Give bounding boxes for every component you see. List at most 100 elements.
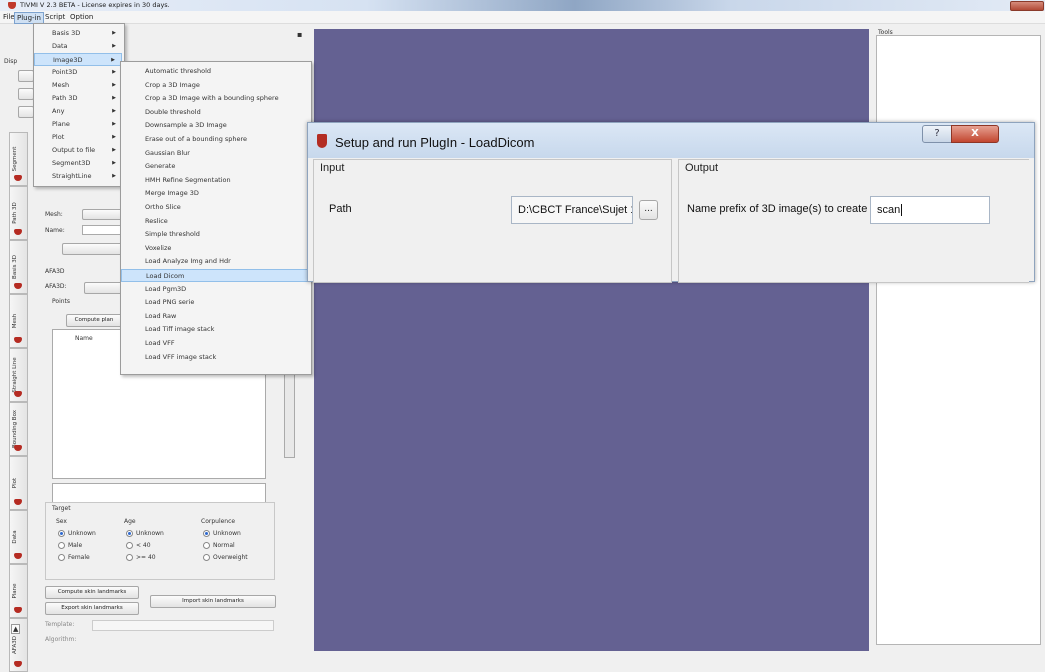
template-select[interactable] (92, 620, 274, 631)
dock-small-button-2[interactable] (18, 88, 34, 100)
plugin-menu-item[interactable]: Image3D ▶ (34, 53, 122, 66)
submenu-arrow-icon: ▶ (112, 43, 116, 49)
image3d-menu-item[interactable]: Crop a 3D Image (121, 79, 309, 92)
image3d-menu-item[interactable]: Merge Image 3D (121, 187, 309, 200)
menu-script[interactable]: Script (43, 12, 67, 22)
mesh-action-button[interactable] (62, 243, 122, 255)
side-tab-plane[interactable]: Plane (9, 564, 28, 618)
import-skin-landmarks-button[interactable]: Import skin landmarks (150, 595, 276, 608)
tab-shield-icon (14, 607, 22, 613)
side-tab-label: Segment (12, 146, 18, 172)
window-title-bar: TIVMI V 2.3 BETA - License expires in 30… (0, 0, 1045, 11)
image3d-menu-item[interactable]: Load Raw (121, 310, 309, 323)
image3d-menu-item[interactable]: Load PNG serie (121, 296, 309, 309)
plugin-menu-item-label: Output to file (52, 146, 96, 154)
corpulence-overweight-label: Overweight (213, 554, 248, 561)
name-prefix-input[interactable]: scan (870, 196, 990, 224)
image3d-menu-item[interactable]: Load VFF image stack (121, 351, 309, 364)
plugin-menu-item-label: Basis 3D (52, 29, 81, 37)
plugin-menu-item-label: Mesh (52, 81, 70, 89)
mesh-select[interactable] (82, 209, 124, 220)
image3d-menu-item[interactable]: Simple threshold (121, 228, 309, 241)
menu-option[interactable]: Option (68, 12, 95, 22)
plugin-menu-popup: Basis 3D ▶ Data ▶ Image3D ▶ Point3D ▶ Mesh ▶ Path … (33, 23, 125, 187)
side-tab-basis-3d[interactable]: Basis 3D (9, 240, 28, 294)
side-tab-plot[interactable]: Plot (9, 456, 28, 510)
plugin-menu-item[interactable]: Path 3D ▶ (34, 92, 122, 105)
name-input[interactable] (82, 225, 122, 235)
corpulence-unknown-radio[interactable] (203, 530, 210, 537)
submenu-arrow-icon: ▶ (112, 160, 116, 166)
plugin-menu-item-label: Image3D (53, 56, 83, 64)
image3d-menu-item[interactable]: Ortho Slice (121, 201, 309, 214)
age-unknown-radio[interactable] (126, 530, 133, 537)
side-tab-mesh[interactable]: Mesh (9, 294, 28, 348)
side-tab-label: AFA3D (12, 636, 18, 654)
plugin-menu-item[interactable]: Basis 3D ▶ (34, 27, 122, 40)
window-close-button[interactable] (1010, 1, 1044, 11)
output-group-title: Output (685, 162, 719, 174)
plugin-shield-icon (317, 134, 327, 148)
image3d-menu-item[interactable]: Automatic threshold (121, 65, 309, 78)
plugin-menu-item[interactable]: Segment3D ▶ (34, 157, 122, 170)
dialog-help-button[interactable]: ? (922, 125, 952, 143)
tab-shield-icon (14, 337, 22, 343)
points-column-name[interactable]: Name (75, 335, 93, 342)
image3d-menu-item[interactable]: Downsample a 3D Image (121, 119, 309, 132)
dock-float-icon[interactable]: ▪ (297, 30, 302, 39)
target-group: Target Sex Age Corpulence Unknown Male F… (45, 502, 275, 580)
tab-shield-icon (14, 661, 22, 667)
image3d-menu-item[interactable]: Load Analyze Img and Hdr (121, 255, 309, 268)
image3d-menu-item[interactable]: Crop a 3D Image with a bounding sphere (121, 92, 309, 105)
plugin-menu-item[interactable]: Output to file ▶ (34, 144, 122, 157)
corpulence-normal-radio[interactable] (203, 542, 210, 549)
browse-path-button[interactable]: ... (639, 200, 658, 220)
compute-skin-landmarks-button[interactable]: Compute skin landmarks (45, 586, 139, 599)
corpulence-overweight-radio[interactable] (203, 554, 210, 561)
side-tab-label: Basis 3D (12, 255, 18, 279)
image3d-menu-item[interactable]: Reslice (121, 215, 309, 228)
plugin-menu-item[interactable]: Point3D ▶ (34, 66, 122, 79)
image3d-menu-item[interactable]: HMH Refine Segmentation (121, 174, 309, 187)
plugin-menu-item-label: Plane (52, 120, 70, 128)
image3d-menu-item[interactable]: Double threshold (121, 106, 309, 119)
afa3d-select[interactable] (84, 282, 122, 294)
sex-female-radio[interactable] (58, 554, 65, 561)
tab-shield-icon (14, 391, 22, 397)
image3d-menu-item[interactable]: Erase out of a bounding sphere (121, 133, 309, 146)
age-under-40-radio[interactable] (126, 542, 133, 549)
dialog-close-button[interactable]: X (951, 125, 999, 143)
plugin-menu-item[interactable]: Mesh ▶ (34, 79, 122, 92)
algorithm-label: Algorithm: (45, 636, 77, 643)
side-tab-bounding-box[interactable]: Bounding Box (9, 402, 28, 456)
sex-male-radio[interactable] (58, 542, 65, 549)
corpulence-normal-label: Normal (213, 542, 235, 549)
image3d-menu-item[interactable]: Load Dicom (121, 269, 309, 282)
dock-small-button-1[interactable] (18, 70, 34, 82)
plugin-menu-item[interactable]: Plane ▶ (34, 118, 122, 131)
dock-small-button-3[interactable] (18, 106, 34, 118)
plugin-menu-item[interactable]: Data ▶ (34, 40, 122, 53)
age-over-40-radio[interactable] (126, 554, 133, 561)
path-input[interactable]: D:\CBCT France\Sujet 1 (511, 196, 633, 224)
target-label: Target (52, 505, 71, 512)
image3d-menu-item[interactable]: Voxelize (121, 242, 309, 255)
image3d-menu-item[interactable]: Load Tiff image stack (121, 323, 309, 336)
export-skin-landmarks-button[interactable]: Export skin landmarks (45, 602, 139, 615)
image3d-menu-item[interactable]: Gaussian Blur (121, 147, 309, 160)
sex-unknown-radio[interactable] (58, 530, 65, 537)
compute-plan-button[interactable]: Compute plan (66, 314, 122, 327)
image3d-menu-item[interactable]: Generate (121, 160, 309, 173)
plugin-menu-item[interactable]: Any ▶ (34, 105, 122, 118)
side-tab-label: Mesh (12, 313, 18, 329)
side-tab-path-3d[interactable]: Path 3D (9, 186, 28, 240)
plugin-menu-item[interactable]: Plot ▶ (34, 131, 122, 144)
side-tab-data[interactable]: Data (9, 510, 28, 564)
scroll-up-arrow-icon[interactable]: ▲ (11, 624, 21, 634)
side-tab-segment[interactable]: Segment (9, 132, 28, 186)
image3d-menu-item[interactable]: Load Pgm3D (121, 283, 309, 296)
plugin-menu-item[interactable]: StraightLine ▶ (34, 170, 122, 183)
image3d-menu-item[interactable]: Load VFF (121, 337, 309, 350)
side-tab-straight-line[interactable]: Straight Line (9, 348, 28, 402)
tab-shield-icon (14, 283, 22, 289)
